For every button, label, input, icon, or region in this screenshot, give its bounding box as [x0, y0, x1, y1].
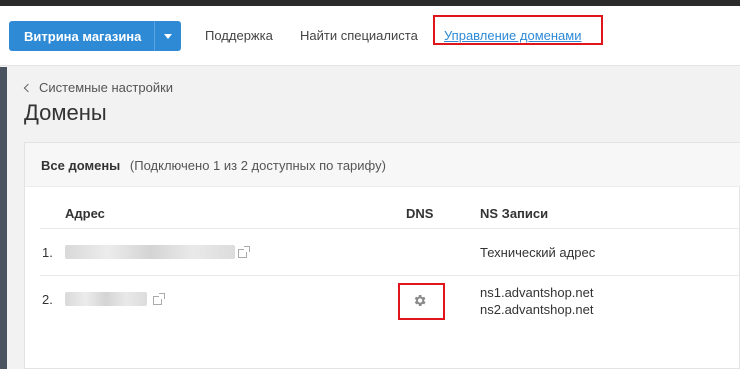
table-divider	[40, 275, 740, 276]
store-front-button[interactable]: Витрина магазина	[9, 21, 181, 51]
left-sidebar	[0, 67, 7, 369]
column-header-dns: DNS	[406, 206, 434, 221]
store-front-dropdown-toggle[interactable]	[155, 33, 181, 39]
external-link-icon[interactable]	[238, 246, 250, 258]
page-title: Домены	[24, 100, 107, 125]
external-link-icon[interactable]	[153, 293, 165, 305]
card-title: Все домены	[41, 158, 121, 173]
domain-link-redacted[interactable]	[65, 292, 147, 306]
domains-card-header: Все домены (Подключено 1 из 2 доступных …	[25, 143, 740, 187]
breadcrumb-back-link[interactable]: Системные настройки	[23, 80, 174, 95]
domain-link-redacted[interactable]	[65, 245, 235, 259]
store-front-label: Витрина магазина	[24, 28, 142, 44]
card-subtitle: (Подключено 1 из 2 доступных по тарифу)	[129, 158, 386, 173]
breadcrumb-label: Системные настройки	[39, 80, 174, 95]
nav-find-specialist-link[interactable]: Найти специалиста	[300, 28, 418, 43]
column-header-ns-records: NS Записи	[480, 206, 549, 221]
highlight-domain-management	[433, 15, 603, 45]
ns-record-1: ns1.advantshop.net	[480, 285, 594, 300]
caret-down-icon	[164, 33, 172, 39]
top-navbar: Витрина магазина Поддержка Найти специал…	[0, 6, 740, 66]
ns-record-2: ns2.advantshop.net	[480, 302, 594, 317]
column-header-address: Адрес	[65, 206, 105, 221]
table-divider	[40, 228, 740, 229]
chevron-left-icon	[23, 83, 33, 92]
gear-icon[interactable]	[412, 293, 427, 308]
ns-technical-address: Технический адрес	[480, 245, 596, 260]
row-number: 2.	[42, 292, 53, 307]
nav-support-link[interactable]: Поддержка	[205, 28, 273, 43]
row-number: 1.	[42, 245, 53, 260]
